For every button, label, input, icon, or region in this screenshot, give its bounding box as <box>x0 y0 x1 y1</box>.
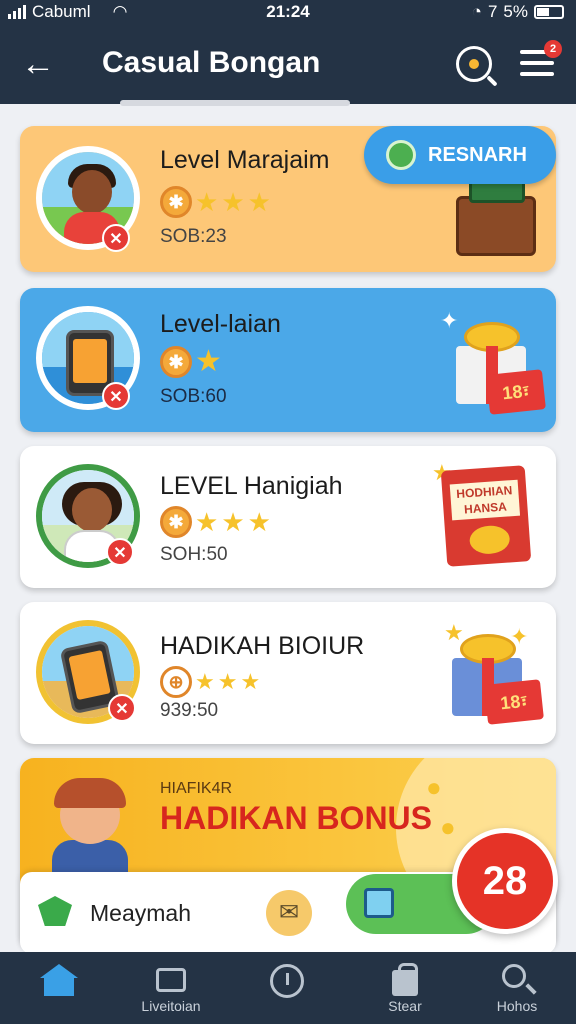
card-title: Level-laian <box>160 310 281 338</box>
card-title: LEVEL Hanigiah <box>160 472 343 500</box>
star-icon: ★ <box>247 507 271 537</box>
level-card-4[interactable]: ✕ HADIKAH BIOIUR ⊕ ★ ★ ★ 939:50 ★ ✦ 18፣ <box>20 602 556 744</box>
search-icon <box>500 964 534 996</box>
star-icon: ★ <box>240 669 261 694</box>
star-icon: ★ <box>221 187 245 217</box>
bottom-nav: Liveitoian Stear Hohos <box>0 952 576 1024</box>
app-root: Cabuml ◠ 21:24 ◔ 7 5% ← Casual Bongan 2 … <box>0 0 576 1024</box>
close-badge-icon[interactable]: ✕ <box>106 538 134 566</box>
card-title: Level Marajaim <box>160 146 330 174</box>
check-icon <box>386 140 416 170</box>
coin-icon: ⊕ <box>160 666 192 698</box>
battery-percent: 5% <box>503 2 528 21</box>
card-title: HADIKAH BIOIUR <box>160 632 365 660</box>
close-badge-icon[interactable]: ✕ <box>102 382 130 410</box>
sparkle-icon: ✦ <box>440 308 459 333</box>
nav-hohos[interactable]: Hohos <box>462 952 572 1024</box>
book-icon: HODHIAN HANSA <box>440 465 532 567</box>
home-icon <box>40 964 78 996</box>
card-score: SOB:60 <box>160 386 227 407</box>
nav-label: Liveitoian <box>141 998 201 1014</box>
card-score: SOB:23 <box>160 226 227 247</box>
price-tag: 18፣ <box>484 679 544 725</box>
star-icon: ★ <box>221 507 245 537</box>
sparkle-icon: ★ <box>444 620 464 645</box>
search-icon[interactable] <box>456 46 492 82</box>
card-score: 939:50 <box>160 700 219 721</box>
battery-icon <box>534 5 564 19</box>
book-text: HODHIAN HANSA <box>449 479 521 521</box>
rating: ✱ ★ ★ ★ <box>160 186 271 218</box>
coin-icon: ✱ <box>160 346 192 378</box>
level-card-2[interactable]: ✕ Level-laian ✱ ★ SOB:60 ✦ 18፣ <box>20 288 556 432</box>
star-badge-icon <box>38 896 72 926</box>
close-badge-icon[interactable]: ✕ <box>108 694 136 722</box>
nav-liveitoian[interactable]: Liveitoian <box>116 952 226 1024</box>
alarm-icon: ◔ <box>471 2 482 21</box>
mail-icon[interactable]: ✉ <box>266 890 312 936</box>
coin-icon: ✱ <box>160 506 192 538</box>
notification-count-badge[interactable]: 28 <box>452 828 558 934</box>
bonus-title: HADIKAN BONUS <box>160 800 432 836</box>
app-header: ← Casual Bongan 2 <box>0 26 576 104</box>
menu-badge: 2 <box>544 40 562 58</box>
rating: ✱ ★ <box>160 346 222 378</box>
status-right: ◔ 7 5% <box>472 2 564 22</box>
nav-label: Hohos <box>496 998 538 1014</box>
nav-stear[interactable]: Stear <box>350 952 460 1024</box>
bonus-eyebrow: HIAFIK4R <box>160 780 233 797</box>
nav-label: Stear <box>388 998 422 1014</box>
star-icon: ★ <box>247 187 271 217</box>
download-icon <box>364 888 394 918</box>
bag-icon <box>388 963 422 996</box>
message-label: Meaymah <box>90 900 191 926</box>
clock-icon <box>270 964 304 998</box>
coin-icon: ● <box>440 812 456 842</box>
keyboard-icon <box>154 964 188 996</box>
scroll-indicator <box>120 100 350 106</box>
star-icon: ★ <box>195 187 219 217</box>
price-tag: 18፣ <box>486 369 546 415</box>
status-extra: 7 <box>487 2 498 21</box>
resnarh-button[interactable]: RESNARH <box>364 126 556 184</box>
bonus-character <box>40 778 140 874</box>
rating: ⊕ ★ ★ ★ <box>160 666 260 698</box>
menu-icon[interactable]: 2 <box>520 40 562 80</box>
level-card-3[interactable]: ✕ LEVEL Hanigiah ✱ ★★★ SOH:50 ★ HODHIAN … <box>20 446 556 588</box>
star-icon: ★ <box>195 507 219 537</box>
rating: ✱ ★ ★ ★ <box>160 506 271 538</box>
star-icon: ★ <box>217 669 238 694</box>
card-score: SOH:50 <box>160 544 228 565</box>
page-title: Casual Bongan <box>102 46 321 79</box>
nav-clock[interactable] <box>232 952 342 1024</box>
star-icon: ★ <box>195 669 215 694</box>
treasure-chest-icon <box>456 177 536 256</box>
coin-icon: ● <box>426 772 442 802</box>
back-arrow-icon[interactable]: ← <box>18 44 58 84</box>
resnarh-label: RESNARH <box>428 144 527 166</box>
star-icon: ★ <box>195 345 222 378</box>
coin-icon: ✱ <box>160 186 192 218</box>
close-badge-icon[interactable]: ✕ <box>102 224 130 252</box>
status-bar: Cabuml ◠ 21:24 ◔ 7 5% <box>0 0 576 26</box>
nav-home[interactable] <box>4 952 114 1024</box>
